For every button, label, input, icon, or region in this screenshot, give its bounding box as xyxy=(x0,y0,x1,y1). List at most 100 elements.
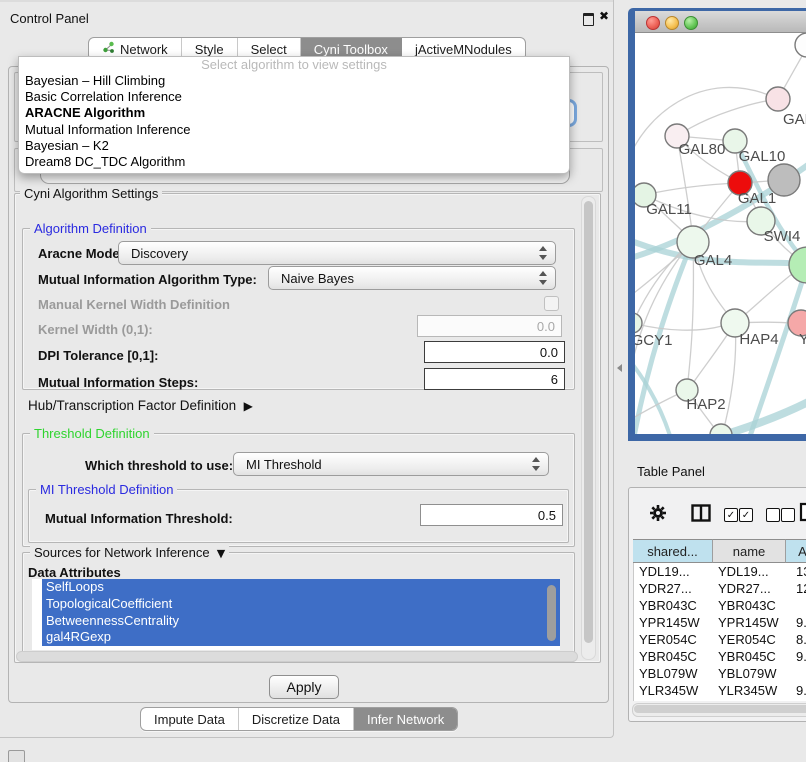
table-cell[interactable] xyxy=(791,597,796,614)
table-cell[interactable]: YDR27... xyxy=(634,580,718,597)
table-cell[interactable]: YER054C xyxy=(634,631,718,648)
unchecked-checkbox-icon[interactable] xyxy=(781,508,795,522)
data-attributes-list[interactable]: SelfLoopsTopologicalCoefficientBetweenne… xyxy=(32,579,560,650)
table-cell[interactable]: 9. xyxy=(791,648,806,665)
algorithm-option[interactable]: Bayesian – Hill Climbing xyxy=(19,73,569,89)
table-cell[interactable]: 9. xyxy=(791,682,806,699)
table-cell[interactable]: 8. xyxy=(791,631,806,648)
table-cell[interactable]: YPR145W xyxy=(634,614,718,631)
settings-scrollbar-thumb[interactable] xyxy=(584,201,593,643)
network-edge[interactable] xyxy=(635,323,722,330)
table-cell[interactable]: 13 xyxy=(791,563,806,580)
table-cell[interactable]: YLR345W xyxy=(718,682,791,699)
algorithm-option[interactable]: Basic Correlation Inference xyxy=(19,89,569,105)
network-node[interactable] xyxy=(635,313,642,333)
network-edge[interactable] xyxy=(644,183,739,195)
table-row[interactable]: YIL052CYIL052C9. xyxy=(634,699,806,701)
table-cell[interactable] xyxy=(791,665,796,682)
gear-icon[interactable] xyxy=(649,504,667,525)
table-cell[interactable]: 9. xyxy=(791,699,806,701)
table-cell[interactable]: YBL079W xyxy=(634,665,718,682)
stepper-arrows-icon xyxy=(532,456,541,472)
table-row[interactable]: YBL079WYBL079W xyxy=(634,665,806,682)
table-body[interactable]: YDL19...YDL19...13YDR27...YDR27...12YBR0… xyxy=(633,563,806,701)
network-canvas[interactable]: GALGAL80GAL10GAL1GAL11SWI4GAL4GCY1HAP4YH… xyxy=(635,33,806,434)
table-cell[interactable]: YBR043C xyxy=(634,597,718,614)
table-row[interactable]: YER054CYER054C8. xyxy=(634,631,806,648)
attribute-list-item[interactable]: TopologicalCoefficient xyxy=(42,596,560,613)
tab-impute-data[interactable]: Impute Data xyxy=(141,708,239,730)
algorithm-option[interactable]: Mutual Information Inference xyxy=(19,122,569,138)
network-window-titlebar[interactable] xyxy=(635,11,806,33)
table-cell[interactable]: YER054C xyxy=(718,631,791,648)
table-cell[interactable]: YPR145W xyxy=(718,614,791,631)
expand-right-icon[interactable]: ▶ xyxy=(240,399,253,413)
table-cell[interactable]: YLR345W xyxy=(634,682,718,699)
hub-definition-section[interactable]: Hub/Transcription Factor Definition ▶ xyxy=(28,398,253,413)
table-cell[interactable]: 12 xyxy=(791,580,806,597)
attribute-list-item[interactable]: BetweennessCentrality xyxy=(42,613,560,630)
table-cell[interactable]: YBR045C xyxy=(634,648,718,665)
algorithm-option[interactable]: Bayesian – K2 xyxy=(19,138,569,154)
checked-checkbox-icon[interactable]: ✓ xyxy=(724,508,738,522)
table-cell[interactable]: YDL19... xyxy=(718,563,791,580)
settings-scrollbar[interactable] xyxy=(581,196,596,660)
mi-threshold-field[interactable] xyxy=(420,504,563,526)
new-table-icon[interactable] xyxy=(799,502,806,525)
network-edge[interactable] xyxy=(687,240,693,390)
close-icon[interactable]: ✖ xyxy=(599,9,609,23)
tab-discretize-data[interactable]: Discretize Data xyxy=(239,708,354,730)
node-label: SWI4 xyxy=(764,228,801,245)
attribute-list-item[interactable]: gal4RGexp xyxy=(42,629,560,646)
window-close-icon[interactable] xyxy=(646,16,660,30)
collapse-down-icon[interactable]: ▼ xyxy=(213,547,225,560)
apply-button[interactable]: Apply xyxy=(269,675,339,699)
mi-steps-field[interactable] xyxy=(424,368,565,390)
sources-label[interactable]: Sources for Network Inference ▼ xyxy=(30,545,229,560)
network-edge[interactable] xyxy=(635,354,672,434)
table-cell[interactable]: YIL052C xyxy=(718,699,791,701)
attributes-scrollbar-thumb[interactable] xyxy=(547,585,556,641)
mi-algorithm-type-combo[interactable]: Naive Bayes xyxy=(268,266,556,290)
split-panel-icon[interactable] xyxy=(691,504,711,525)
network-node[interactable] xyxy=(766,87,790,111)
table-cell[interactable]: YBL079W xyxy=(718,665,791,682)
table-cell[interactable]: YBR043C xyxy=(718,597,791,614)
window-minimize-icon[interactable] xyxy=(665,16,679,30)
table-cell[interactable]: YDL19... xyxy=(634,563,718,580)
column-header-name[interactable]: name xyxy=(713,539,786,563)
column-header-shared-name[interactable]: shared... xyxy=(633,539,713,563)
kernel-width-field[interactable] xyxy=(417,315,562,337)
algorithm-option[interactable]: Dream8 DC_TDC Algorithm xyxy=(19,154,569,170)
unchecked-checkbox-icon[interactable] xyxy=(766,508,780,522)
minimized-panel-icon[interactable] xyxy=(8,750,25,762)
table-hscrollbar-thumb[interactable] xyxy=(634,705,806,713)
panel-splitter-arrow[interactable] xyxy=(617,364,622,372)
table-hscrollbar[interactable] xyxy=(632,703,806,717)
table-cell[interactable]: 9. xyxy=(791,614,806,631)
algorithm-option[interactable]: ARACNE Algorithm xyxy=(19,105,569,121)
table-cell[interactable]: YIL052C xyxy=(634,699,718,701)
float-window-icon[interactable] xyxy=(583,13,594,26)
settings-hscrollbar[interactable] xyxy=(16,651,578,662)
table-row[interactable]: YPR145WYPR145W9. xyxy=(634,614,806,631)
table-row[interactable]: YDL19...YDL19...13 xyxy=(634,563,806,580)
column-header-partial[interactable]: A xyxy=(786,539,806,563)
manual-kernel-width-checkbox[interactable] xyxy=(544,296,559,311)
network-node[interactable] xyxy=(789,247,806,283)
attribute-list-item[interactable]: SelfLoops xyxy=(42,579,560,596)
checked-checkbox-icon[interactable]: ✓ xyxy=(739,508,753,522)
table-cell[interactable]: YBR045C xyxy=(718,648,791,665)
table-row[interactable]: YBR045CYBR045C9. xyxy=(634,648,806,665)
network-node[interactable] xyxy=(795,33,806,57)
table-row[interactable]: YBR043CYBR043C xyxy=(634,597,806,614)
dpi-tolerance-field[interactable] xyxy=(424,341,565,363)
aracne-mode-combo[interactable]: Discovery xyxy=(118,241,556,265)
table-row[interactable]: YLR345WYLR345W9. xyxy=(634,682,806,699)
network-edge[interactable] xyxy=(677,99,778,136)
which-threshold-combo[interactable]: MI Threshold xyxy=(233,452,549,476)
table-cell[interactable]: YDR27... xyxy=(718,580,791,597)
tab-infer-network[interactable]: Infer Network xyxy=(354,708,457,730)
table-row[interactable]: YDR27...YDR27...12 xyxy=(634,580,806,597)
window-zoom-icon[interactable] xyxy=(684,16,698,30)
